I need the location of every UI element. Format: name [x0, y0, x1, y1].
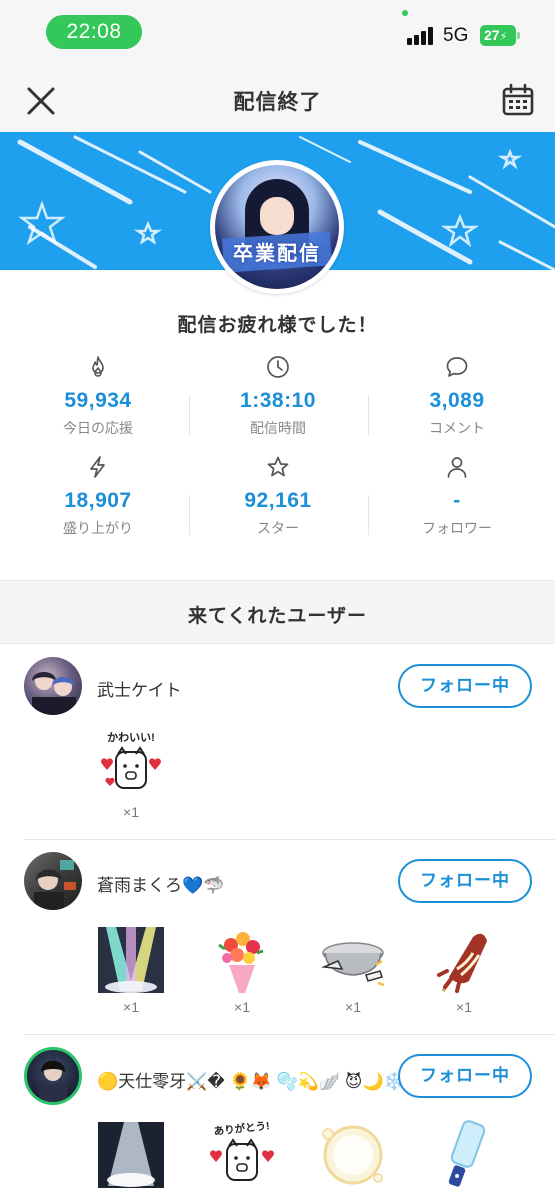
status-time: 22:08 [46, 15, 142, 49]
kawaii-sticker-icon: かわいい! [96, 730, 166, 800]
light-beam-icon [96, 1120, 166, 1190]
network-type: 5G [443, 25, 469, 46]
avatar[interactable] [24, 852, 82, 910]
battery-icon: 27⚡ [480, 25, 520, 46]
stat-divider [368, 395, 369, 435]
gift-count: ×1 [456, 999, 472, 1015]
thanks-message: 配信お疲れ様でした！ [177, 315, 378, 336]
stat-support: 59,934 今日の応援 [18, 355, 178, 438]
calendar-icon [502, 83, 534, 116]
squid-skewer-icon [429, 925, 499, 995]
stat-label: 盛り上がり [63, 520, 133, 536]
page-title: 配信終了 [233, 91, 322, 114]
user-name: 蒼雨まくろ💙🦈 [97, 876, 225, 895]
stat-divider [189, 495, 190, 535]
gift-count: ×1 [234, 999, 250, 1015]
calendar-button[interactable] [500, 82, 536, 118]
gift-caption: かわいい! [107, 731, 155, 744]
stat-label: 今日の応援 [63, 420, 133, 436]
arigatou-sticker-icon: ありがとう! [207, 1119, 277, 1190]
stat-label: 配信時間 [250, 420, 306, 436]
follow-button[interactable]: フォロー中 [398, 859, 532, 903]
visitor-row: 蒼雨まくろ💙🦈 フォロー中 ×1 ×1 ×1 ×1 [0, 840, 555, 1035]
stat-comments: 3,089 コメント [377, 355, 537, 438]
signal-icon [407, 27, 435, 45]
pot-icon [318, 925, 388, 995]
avatar[interactable] [24, 657, 82, 715]
gift-count: ×1 [123, 999, 139, 1015]
bouquet-icon [207, 925, 277, 995]
section-title: 来てくれたユーザー [187, 606, 368, 627]
stat-label: コメント [429, 420, 485, 436]
battery-level: 27 [484, 27, 500, 43]
status-bar: 22:08 5G 27⚡ [0, 0, 555, 62]
stat-divider [368, 495, 369, 535]
stat-value: 59,934 [64, 389, 132, 412]
avatar[interactable] [24, 1047, 82, 1105]
comment-icon [446, 357, 468, 377]
stat-value: 3,089 [429, 389, 485, 412]
bubble-icon [318, 1120, 388, 1190]
stat-label: フォロワー [422, 520, 492, 536]
flame-icon [92, 356, 104, 377]
user-name: 武士ケイト [97, 681, 182, 700]
gift-count: ×1 [345, 999, 361, 1015]
stat-followers: - フォロワー [377, 455, 537, 538]
follow-button[interactable]: フォロー中 [398, 664, 532, 708]
stat-value: 18,907 [64, 489, 132, 512]
stat-duration: 1:38:10 配信時間 [198, 355, 358, 438]
person-icon [447, 457, 467, 478]
follow-button[interactable]: フォロー中 [398, 1054, 532, 1098]
glowstick-icon [429, 1120, 499, 1190]
lightning-icon [90, 456, 105, 478]
stat-value: - [453, 489, 461, 512]
visitor-row: 🟡天仕零牙⚔️� 🌻🦊 🫧💫🪽 😈🌙❄️ フォロー中 ありがとう! [0, 1035, 555, 1200]
stat-stars: 92,161 スター [198, 455, 358, 538]
stat-label: スター [257, 520, 299, 536]
visitors-section-header: 来てくれたユーザー [0, 580, 555, 644]
avatar-logo-text: 卒業配信 [233, 243, 321, 265]
stat-value: 92,161 [244, 489, 312, 512]
stat-excitement: 18,907 盛り上がり [18, 455, 178, 538]
spotlight-stage-icon [96, 925, 166, 995]
clock-icon [267, 356, 289, 378]
gift-caption: ありがとう! [213, 1120, 270, 1138]
gift-count: ×1 [123, 804, 139, 820]
visitor-row: 武士ケイト フォロー中 かわいい! ×1 [0, 644, 555, 840]
user-name: 🟡天仕零牙⚔️� 🌻🦊 🫧💫🪽 😈🌙❄️ [97, 1072, 405, 1091]
star-icon [267, 456, 289, 477]
streamer-avatar: 卒業配信 [210, 160, 344, 294]
header: 配信終了 [0, 62, 555, 132]
stat-value: 1:38:10 [240, 389, 316, 412]
camera-indicator-dot [402, 10, 408, 16]
stat-divider [189, 395, 190, 435]
